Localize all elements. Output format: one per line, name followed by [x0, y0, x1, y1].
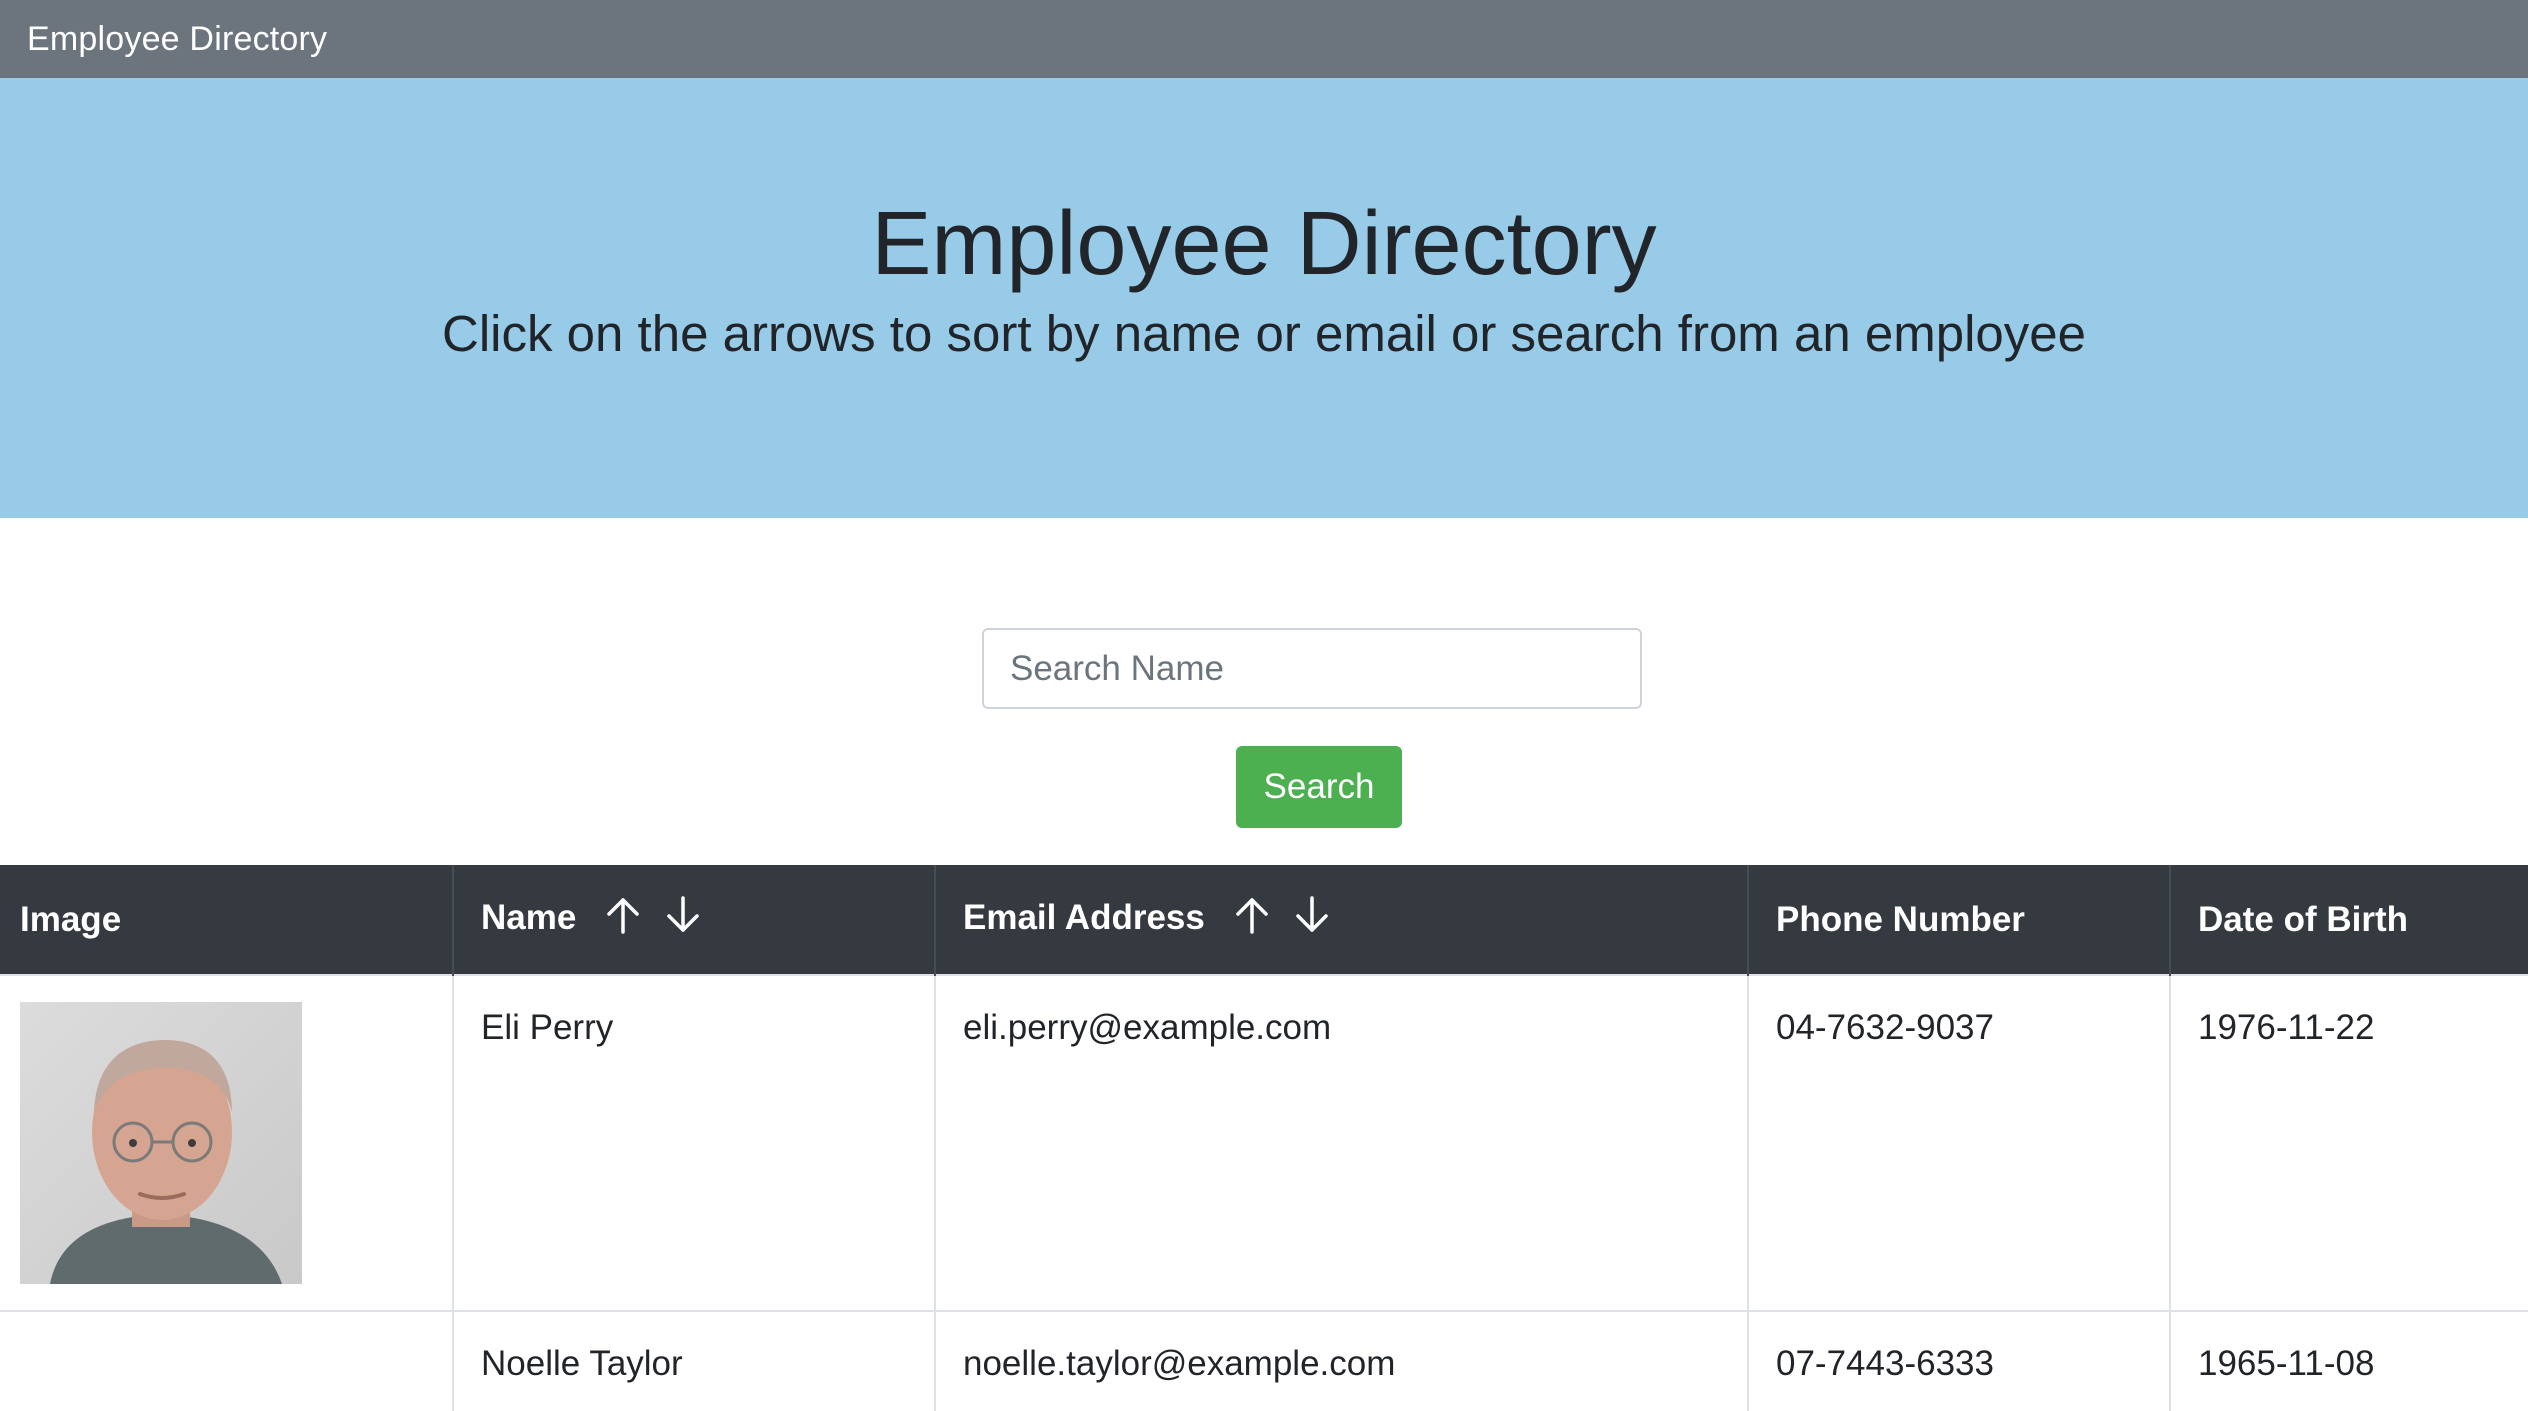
column-header-label: Email Address	[963, 897, 1205, 937]
employee-name: Eli Perry	[453, 974, 936, 1311]
search-button[interactable]: Search	[1236, 746, 1402, 828]
column-header-name: Name	[453, 865, 936, 975]
sort-email-descending-icon[interactable]	[1293, 895, 1331, 944]
sort-name-descending-icon[interactable]	[664, 895, 702, 944]
person-photo-icon	[20, 1002, 302, 1284]
page-title: Employee Directory	[871, 194, 1657, 294]
column-header-image: Image	[0, 865, 454, 975]
column-header-label: Image	[20, 899, 122, 939]
search-input[interactable]	[982, 628, 1642, 709]
table-header-row: Image Name Email Address Phone Number Da…	[0, 865, 2528, 975]
sort-name-ascending-icon[interactable]	[604, 895, 642, 944]
column-header-label: Phone Number	[1776, 899, 2025, 939]
employee-email: noelle.taylor@example.com	[935, 1310, 1749, 1411]
employee-phone: 04-7632-9037	[1748, 974, 2171, 1311]
employee-table: Image Name Email Address Phone Number Da…	[0, 865, 2528, 1411]
navbar: Employee Directory	[0, 0, 2528, 78]
column-header-label: Name	[481, 897, 577, 937]
employee-image-cell	[0, 1310, 454, 1411]
employee-phone: 07-7443-6333	[1748, 1310, 2171, 1411]
sort-email-ascending-icon[interactable]	[1233, 895, 1271, 944]
column-header-email: Email Address	[935, 865, 1749, 975]
employee-name: Noelle Taylor	[453, 1310, 936, 1411]
column-header-phone: Phone Number	[1748, 865, 2171, 975]
employee-dob: 1976-11-22	[2170, 974, 2528, 1311]
header-banner: Employee Directory Click on the arrows t…	[0, 78, 2528, 518]
employee-image-cell	[0, 974, 454, 1311]
table-row: Eli Perry eli.perry@example.com 04-7632-…	[0, 974, 2528, 1311]
page-subtitle: Click on the arrows to sort by name or e…	[441, 305, 2086, 362]
employee-dob: 1965-11-08	[2170, 1310, 2528, 1411]
employee-email: eli.perry@example.com	[935, 974, 1749, 1311]
table-row: Noelle Taylor noelle.taylor@example.com …	[0, 1310, 2528, 1411]
column-header-dob: Date of Birth	[2170, 865, 2528, 975]
navbar-brand[interactable]: Employee Directory	[27, 20, 327, 59]
column-header-label: Date of Birth	[2198, 899, 2408, 939]
